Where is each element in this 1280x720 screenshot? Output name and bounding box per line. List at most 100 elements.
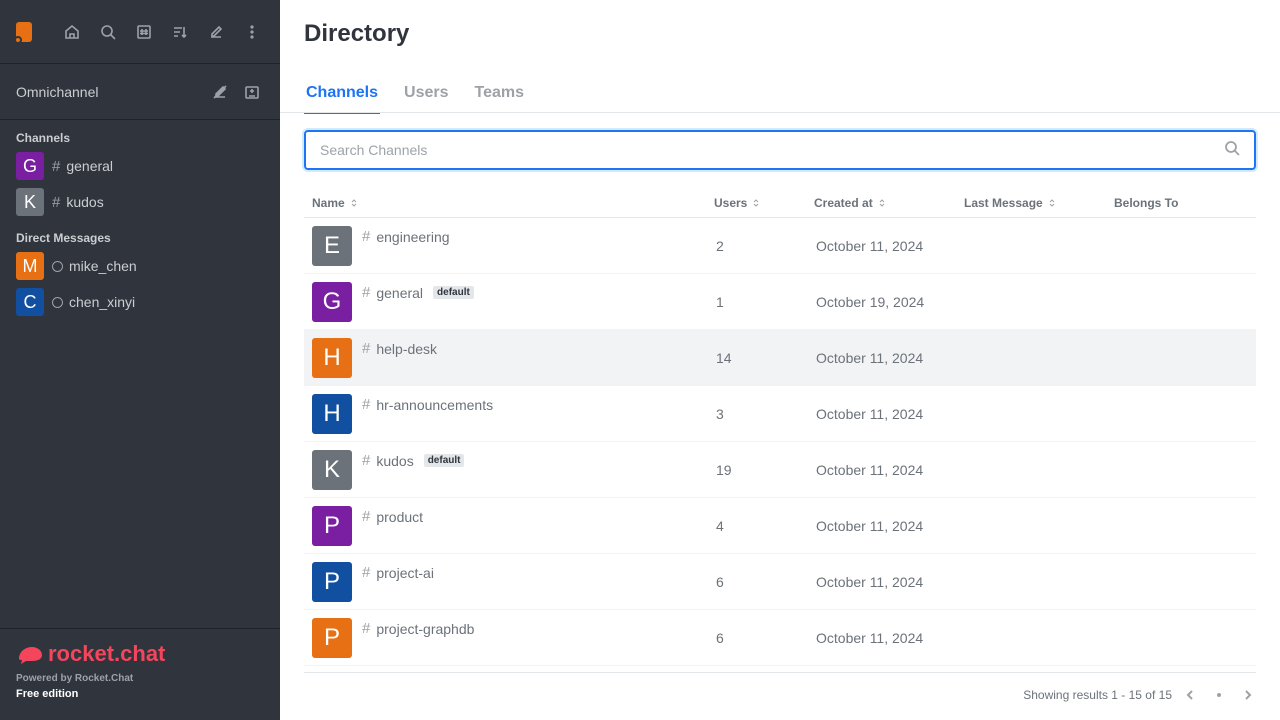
sort-icon[interactable] xyxy=(349,198,359,208)
kebab-menu-icon[interactable] xyxy=(240,20,264,44)
cell-created-at: October 11, 2024 xyxy=(816,237,924,254)
cell-name: H # help-desk xyxy=(304,330,706,385)
channel-avatar: K xyxy=(312,450,352,490)
sort-icon[interactable] xyxy=(877,198,887,208)
cell-belongs-to xyxy=(1106,386,1256,441)
search-icon[interactable] xyxy=(96,20,120,44)
cell-last-message xyxy=(956,330,1106,385)
cell-users: 1 xyxy=(716,293,724,310)
user-status-indicator xyxy=(14,35,22,44)
default-badge: default xyxy=(433,286,474,299)
user-avatar[interactable] xyxy=(14,21,32,44)
sidebar: Omnichannel Channels G # general K # kud… xyxy=(0,0,280,720)
hash-icon: # xyxy=(362,284,371,301)
cell-last-message xyxy=(956,218,1106,273)
cell-name: E # engineering xyxy=(304,218,706,273)
sidebar-item-chen-xinyi[interactable]: C chen_xinyi xyxy=(0,284,280,320)
create-new-icon[interactable] xyxy=(204,20,228,44)
sidebar-topbar xyxy=(0,0,280,64)
column-header-belongs-to[interactable]: Belongs To xyxy=(1106,196,1256,210)
cell-belongs-to xyxy=(1106,330,1256,385)
cell-users: 19 xyxy=(716,461,732,478)
sidebar-item-label: kudos xyxy=(66,194,104,210)
omnichannel-label: Omnichannel xyxy=(16,83,99,100)
channel-name[interactable]: help-desk xyxy=(376,341,437,357)
sidebar-item-label: chen_xinyi xyxy=(69,294,136,310)
column-header-created-at[interactable]: Created at xyxy=(806,196,956,210)
cell-last-message xyxy=(956,498,1106,553)
first-page-icon[interactable] xyxy=(1182,686,1200,704)
home-icon[interactable] xyxy=(60,20,84,44)
channel-avatar: H xyxy=(312,394,352,434)
table-row[interactable]: H # hr-announcements 3 October 11, 2024 xyxy=(304,386,1256,442)
edition-text: Free edition xyxy=(16,688,79,700)
cell-users: 4 xyxy=(716,517,724,534)
cell-name: K # kudos default xyxy=(304,442,706,497)
tab-channels[interactable]: Channels xyxy=(304,76,381,114)
logo-text: rocket.chat xyxy=(48,641,166,666)
sidebar-item-label: general xyxy=(66,158,114,174)
table-row[interactable]: H # help-desk 14 October 11, 2024 xyxy=(304,330,1256,386)
hash-icon: # xyxy=(362,396,371,413)
contact-center-icon[interactable] xyxy=(240,80,264,104)
cell-users: 14 xyxy=(716,349,732,366)
hash-icon: # xyxy=(362,620,371,637)
column-label: Created at xyxy=(814,195,873,210)
sidebar-item-general[interactable]: G # general xyxy=(0,148,280,184)
hash-icon: # xyxy=(362,452,371,469)
direct-messages-heading: Direct Messages xyxy=(16,231,111,245)
rocket-logo-icon xyxy=(19,647,42,664)
table-row[interactable]: P # project-ai 6 October 11, 2024 xyxy=(304,554,1256,610)
table-row[interactable]: K # kudos default 19 October 11, 2024 xyxy=(304,442,1256,498)
cell-users: 6 xyxy=(716,629,724,646)
cell-belongs-to xyxy=(1106,498,1256,553)
cell-created-at: October 11, 2024 xyxy=(816,461,924,478)
cell-created-at: October 11, 2024 xyxy=(816,517,924,534)
column-label: Last Message xyxy=(964,195,1043,210)
table-row[interactable]: P # project-graphdb 6 October 11, 2024 xyxy=(304,610,1256,666)
sidebar-item-mike-chen[interactable]: M mike_chen xyxy=(0,248,280,284)
sort-icon[interactable] xyxy=(1047,198,1057,208)
table-row[interactable]: P # product 4 October 11, 2024 xyxy=(304,498,1256,554)
page-one-button[interactable] xyxy=(1210,686,1228,704)
pagination: Showing results 1 - 15 of 15 xyxy=(1023,686,1256,704)
hash-icon: # xyxy=(362,228,371,245)
tab-teams[interactable]: Teams xyxy=(473,76,527,114)
channel-avatar[interactable]: H xyxy=(312,338,352,378)
rocket-chat-logo[interactable]: rocket.chat xyxy=(16,641,264,667)
cell-created-at: October 11, 2024 xyxy=(816,573,924,590)
sort-icon[interactable] xyxy=(168,20,192,44)
search-icon[interactable] xyxy=(1224,140,1240,161)
powered-by-text[interactable]: Powered by Rocket.Chat xyxy=(16,673,264,684)
cell-last-message xyxy=(956,386,1106,441)
hash-icon: # xyxy=(362,564,371,581)
hash-icon: # xyxy=(362,508,371,525)
table-row[interactable]: E # engineering 2 October 11, 2024 xyxy=(304,218,1256,274)
cell-belongs-to xyxy=(1106,442,1256,497)
cell-name: P # product xyxy=(304,498,706,553)
column-header-users[interactable]: Users xyxy=(706,196,806,210)
channel-avatar: P xyxy=(312,618,352,658)
channel-name: hr-announcements xyxy=(376,396,494,413)
directory-tabs: Channels Users Teams xyxy=(304,76,526,114)
sidebar-item-kudos[interactable]: K # kudos xyxy=(0,184,280,220)
search-input[interactable] xyxy=(320,142,1224,158)
tab-users[interactable]: Users xyxy=(402,76,450,114)
channel-avatar: E xyxy=(312,226,352,266)
column-header-last-message[interactable]: Last Message xyxy=(956,196,1106,210)
table-row[interactable]: G # general default 1 October 19, 2024 xyxy=(304,274,1256,330)
column-header-name[interactable]: Name xyxy=(304,196,706,210)
cell-users: 6 xyxy=(716,573,724,590)
omnichannel-status-icon[interactable] xyxy=(208,80,232,104)
cell-last-message xyxy=(956,610,1106,665)
directory-icon[interactable] xyxy=(132,20,156,44)
hash-icon: # xyxy=(362,340,371,357)
cell-belongs-to xyxy=(1106,274,1256,329)
cell-created-at: October 11, 2024 xyxy=(816,629,924,646)
search-box xyxy=(304,130,1256,170)
sort-icon[interactable] xyxy=(751,198,761,208)
channel-name: product xyxy=(376,508,424,525)
cell-name: P # project-ai xyxy=(304,554,706,609)
offline-status-icon xyxy=(52,296,63,308)
next-page-icon[interactable] xyxy=(1238,686,1256,704)
